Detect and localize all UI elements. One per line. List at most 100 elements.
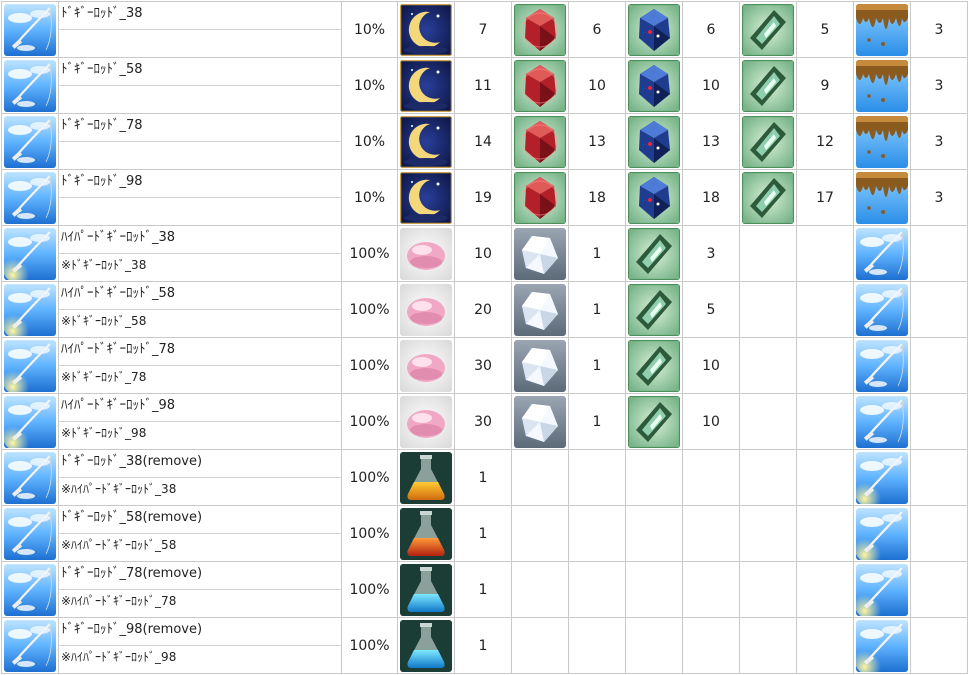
white-crystal-icon [514, 283, 566, 336]
material-quantity: 9 [796, 57, 854, 114]
material-quantity: 30 [454, 337, 512, 394]
item-name: ﾄﾞｷﾞｰﾛｯﾄﾞ_98(remove) [59, 618, 341, 646]
material-icon-cell [853, 281, 911, 338]
row-icon-cell [1, 281, 59, 338]
pink-stone-icon [400, 339, 452, 392]
success-rate: 10% [341, 169, 398, 226]
moon-icon [400, 3, 452, 56]
material-icon-cell [397, 393, 455, 450]
fishing-rod-icon [4, 451, 56, 504]
item-requirement: ※ﾊｲﾊﾟｰﾄﾞｷﾞｰﾛｯﾄﾞ_98 [61, 650, 177, 664]
material-quantity: 7 [454, 1, 512, 58]
material-quantity [796, 617, 854, 674]
material-icon-cell [625, 617, 683, 674]
fishing-rod-icon [4, 3, 56, 56]
material-icon-cell [511, 561, 569, 618]
item-requirement: ※ﾄﾞｷﾞｰﾛｯﾄﾞ_78 [61, 370, 147, 384]
material-quantity: 18 [682, 169, 740, 226]
material-icon-cell [739, 1, 797, 58]
item-name: ﾄﾞｷﾞｰﾛｯﾄﾞ_78 [59, 114, 341, 142]
material-quantity [682, 505, 740, 562]
material-icon-cell [625, 561, 683, 618]
table-row: ﾄﾞｷﾞｰﾛｯﾄﾞ_58(remove) ※ﾊｲﾊﾟｰﾄﾞｷﾞｰﾛｯﾄﾞ_58 10… [1, 505, 968, 562]
material-icon-cell [625, 281, 683, 338]
success-rate: 10% [341, 1, 398, 58]
blue-flask-icon [400, 563, 452, 616]
red-gem-icon [514, 3, 566, 56]
material-quantity: 20 [454, 281, 512, 338]
fishing-rod-glow-icon [856, 507, 908, 560]
recipe-table: ﾄﾞｷﾞｰﾛｯﾄﾞ_38 10% 7 6 6 5 3 ﾄﾞｷﾞｰﾛｯﾄﾞ_58 10% 11 10 1… [1, 1, 968, 674]
fishing-rod-glow-icon [4, 227, 56, 280]
table-row: ﾊｲﾊﾟｰﾄﾞｷﾞｰﾛｯﾄﾞ_58 ※ﾄﾞｷﾞｰﾛｯﾄﾞ_58 100% 20 1 5 [1, 281, 968, 338]
item-name-cell: ﾄﾞｷﾞｰﾛｯﾄﾞ_58 [58, 57, 342, 114]
material-quantity: 3 [910, 113, 968, 170]
fishing-rod-glow-icon [4, 283, 56, 336]
success-rate: 100% [341, 505, 398, 562]
item-requirement: ※ﾄﾞｷﾞｰﾛｯﾄﾞ_98 [61, 426, 147, 440]
material-icon-cell [853, 449, 911, 506]
material-icon-cell [853, 505, 911, 562]
blue-gem-icon [628, 59, 680, 112]
fishing-rod-glow-icon [856, 451, 908, 504]
material-icon-cell [853, 169, 911, 226]
material-icon-cell [397, 561, 455, 618]
material-quantity [910, 617, 968, 674]
item-requirement [59, 198, 341, 225]
material-quantity: 19 [454, 169, 512, 226]
material-icon-cell [397, 281, 455, 338]
green-crystal-icon [628, 283, 680, 336]
item-name-cell: ﾄﾞｷﾞｰﾛｯﾄﾞ_98(remove) ※ﾊｲﾊﾟｰﾄﾞｷﾞｰﾛｯﾄﾞ_98 [58, 617, 342, 674]
melting-dripping-icon [856, 115, 908, 168]
fishing-rod-glow-icon [856, 619, 908, 672]
material-icon-cell [511, 449, 569, 506]
material-icon-cell [625, 113, 683, 170]
material-quantity: 14 [454, 113, 512, 170]
table-row: ﾄﾞｷﾞｰﾛｯﾄﾞ_98(remove) ※ﾊｲﾊﾟｰﾄﾞｷﾞｰﾛｯﾄﾞ_98 10… [1, 617, 968, 674]
success-rate: 100% [341, 337, 398, 394]
fishing-rod-glow-icon [4, 339, 56, 392]
melting-dripping-icon [856, 3, 908, 56]
material-icon-cell [853, 617, 911, 674]
item-name: ﾄﾞｷﾞｰﾛｯﾄﾞ_78(remove) [59, 562, 341, 590]
white-crystal-icon [514, 227, 566, 280]
green-crystal-icon [742, 171, 794, 224]
white-crystal-icon [514, 395, 566, 448]
material-icon-cell [739, 449, 797, 506]
success-rate: 100% [341, 393, 398, 450]
fishing-rod-icon [856, 395, 908, 448]
item-requirement: ※ﾄﾞｷﾞｰﾛｯﾄﾞ_38 [61, 258, 147, 272]
material-icon-cell [397, 617, 455, 674]
material-icon-cell [853, 561, 911, 618]
material-icon-cell [739, 505, 797, 562]
item-requirement [59, 30, 341, 57]
table-row: ﾄﾞｷﾞｰﾛｯﾄﾞ_38(remove) ※ﾊｲﾊﾟｰﾄﾞｷﾞｰﾛｯﾄﾞ_38 10… [1, 449, 968, 506]
fishing-rod-icon [4, 115, 56, 168]
material-icon-cell [739, 281, 797, 338]
item-name-cell: ﾊｲﾊﾟｰﾄﾞｷﾞｰﾛｯﾄﾞ_98 ※ﾄﾞｷﾞｰﾛｯﾄﾞ_98 [58, 393, 342, 450]
material-icon-cell [511, 225, 569, 282]
material-quantity: 10 [682, 57, 740, 114]
row-icon-cell [1, 225, 59, 282]
fishing-rod-glow-icon [4, 395, 56, 448]
fishing-rod-icon [4, 507, 56, 560]
item-requirement: ※ﾊｲﾊﾟｰﾄﾞｷﾞｰﾛｯﾄﾞ_58 [61, 538, 177, 552]
material-icon-cell [625, 449, 683, 506]
item-name-cell: ﾄﾞｷﾞｰﾛｯﾄﾞ_78 [58, 113, 342, 170]
row-icon-cell [1, 337, 59, 394]
row-icon-cell [1, 113, 59, 170]
material-quantity [568, 449, 626, 506]
material-icon-cell [739, 393, 797, 450]
material-quantity [910, 561, 968, 618]
material-quantity: 10 [454, 225, 512, 282]
material-quantity: 3 [910, 1, 968, 58]
material-icon-cell [511, 113, 569, 170]
material-quantity [568, 617, 626, 674]
moon-icon [400, 115, 452, 168]
item-name: ﾄﾞｷﾞｰﾛｯﾄﾞ_38(remove) [59, 450, 341, 478]
material-quantity: 1 [454, 617, 512, 674]
material-quantity [796, 281, 854, 338]
white-crystal-icon [514, 339, 566, 392]
material-icon-cell [853, 57, 911, 114]
success-rate: 10% [341, 113, 398, 170]
